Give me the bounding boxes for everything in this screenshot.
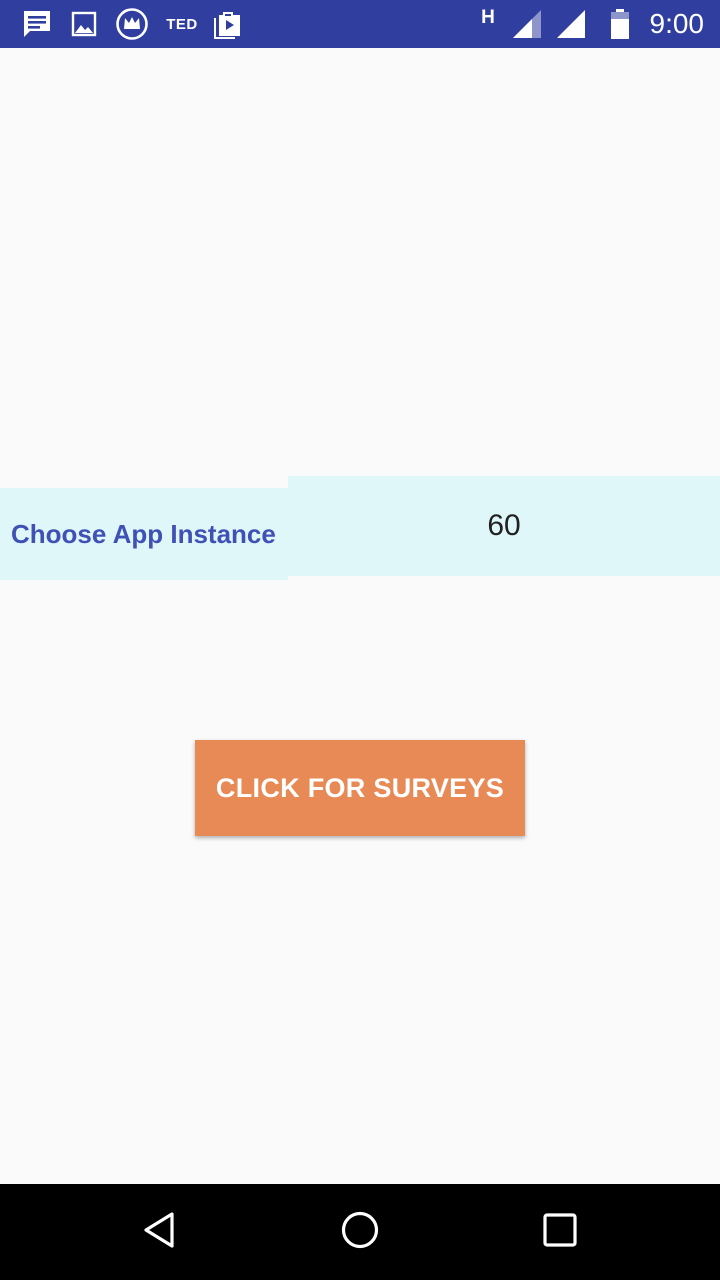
back-button[interactable] — [112, 1184, 208, 1280]
app-instance-spinner[interactable]: 60 — [288, 476, 720, 576]
battery-icon — [606, 0, 634, 48]
status-bar: TED H 9:00 — [0, 0, 720, 48]
status-time: 9:00 — [649, 8, 705, 39]
choose-app-instance-label: Choose App Instance — [0, 488, 288, 580]
home-button[interactable] — [312, 1184, 408, 1280]
navigation-bar — [0, 1184, 720, 1280]
signal-icon — [510, 0, 544, 48]
app-instance-selected-value: 60 — [487, 509, 521, 542]
message-icon — [20, 0, 54, 48]
recents-icon — [542, 1212, 578, 1253]
signal-icon — [554, 0, 588, 48]
crown-app-icon — [114, 0, 150, 48]
ted-icon: TED — [166, 15, 198, 33]
back-icon — [140, 1210, 180, 1255]
main-content: Choose App Instance 60 CLICK FOR SURVEYS — [0, 48, 720, 1184]
image-icon — [70, 0, 98, 48]
click-for-surveys-button[interactable]: CLICK FOR SURVEYS — [195, 740, 525, 836]
play-store-icon — [212, 0, 244, 48]
home-icon — [340, 1210, 380, 1255]
recents-button[interactable] — [512, 1184, 608, 1280]
network-type-label: H — [481, 7, 495, 28]
